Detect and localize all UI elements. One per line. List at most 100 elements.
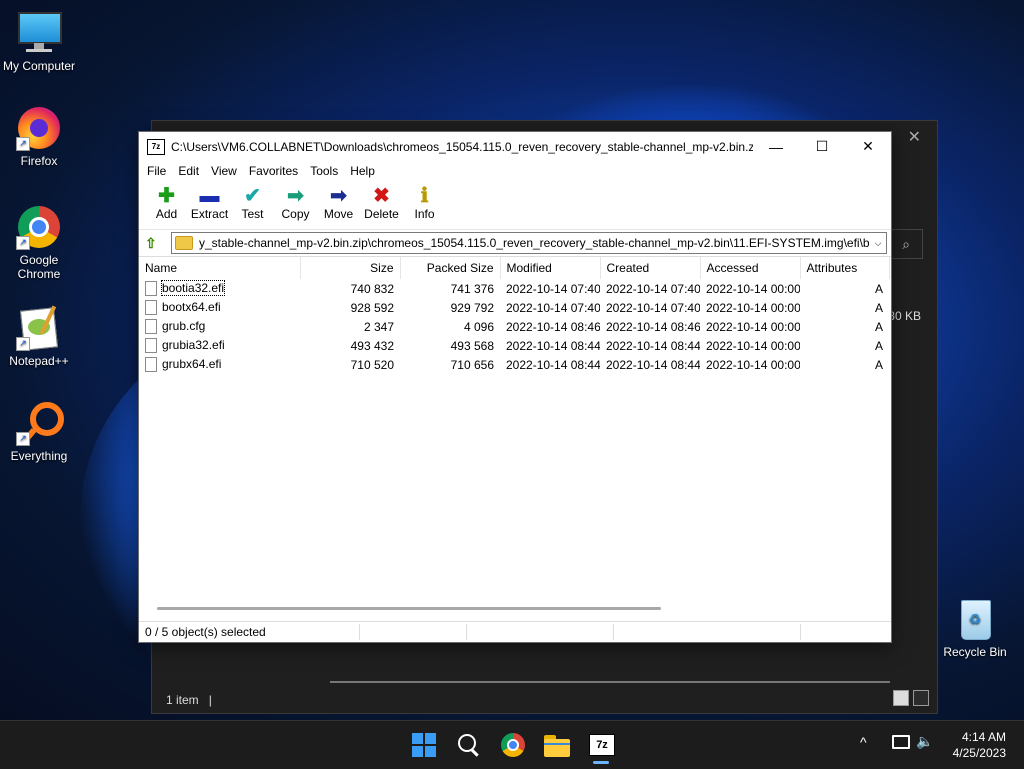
table-row[interactable]: grubia32.efi 493 432 493 568 2022-10-14 … [139, 336, 889, 355]
file-name[interactable]: grubx64.efi [162, 357, 221, 371]
file-packed-size: 4 096 [463, 319, 494, 334]
file-created: 2022-10-14 07:40 [606, 300, 700, 315]
menu-tools[interactable]: Tools [304, 164, 344, 178]
status-cell [614, 624, 801, 640]
test-label: Test [241, 207, 264, 221]
file-icon [145, 357, 157, 373]
info-label: Info [414, 207, 435, 221]
copy-label: Copy [281, 207, 310, 221]
chevron-down-icon[interactable]: ⌵ [870, 238, 886, 249]
table-row[interactable]: bootia32.efi 740 832 741 376 2022-10-14 … [139, 279, 889, 298]
clock[interactable]: 4:14 AM 4/25/2023 [953, 729, 1006, 761]
desktop-icon-firefox[interactable]: ↗ Firefox [1, 105, 77, 168]
file-attributes: A [874, 281, 883, 296]
menu-view[interactable]: View [205, 164, 243, 178]
shortcut-arrow-icon: ↗ [16, 337, 30, 351]
network-icon[interactable] [892, 735, 910, 755]
up-folder-icon[interactable]: ⇧ [145, 235, 165, 252]
explorer-status-text: 1 item | [166, 693, 212, 707]
file-name[interactable]: bootia32.efi [160, 279, 226, 296]
desktop-icon-notepad-plus-plus[interactable]: ↗ Notepad++ [1, 305, 77, 368]
file-created: 2022-10-14 08:44 [606, 338, 700, 353]
horizontal-scrollbar[interactable] [330, 681, 890, 683]
maximize-button[interactable]: ☐ [799, 138, 845, 155]
menu-help[interactable]: Help [344, 164, 381, 178]
file-size: 493 432 [350, 338, 394, 353]
file-packed-size: 929 792 [450, 300, 494, 315]
column-header-accessed[interactable]: Accessed [700, 257, 801, 279]
desktop-icon-label: Everything [10, 449, 68, 463]
file-icon [145, 338, 157, 354]
address-bar: ⇧ y_stable-channel_mp-v2.bin.zip\chromeo… [139, 230, 891, 257]
desktop-icon-label: Google Chrome [17, 253, 61, 281]
file-explorer-icon[interactable] [543, 731, 571, 759]
info-button[interactable]: ℹ Info [403, 181, 446, 221]
desktop-icon-recycle-bin[interactable]: ♻ Recycle Bin [937, 596, 1013, 659]
desktop-icon-label: Recycle Bin [943, 645, 1007, 659]
desktop-icon-label: Firefox [20, 154, 58, 168]
search-icon[interactable] [455, 731, 483, 759]
horizontal-scrollbar-thumb[interactable] [157, 607, 661, 610]
file-list: Name Size Packed Size Modified Created A… [139, 257, 890, 374]
notepad-plus-plus-icon: ↗ [16, 305, 62, 351]
menu-file[interactable]: File [141, 164, 172, 178]
table-row[interactable]: grubx64.efi 710 520 710 656 2022-10-14 0… [139, 355, 889, 374]
desktop-icon-my-computer[interactable]: My Computer [1, 10, 77, 73]
desktop-icon-label: Notepad++ [9, 354, 69, 368]
file-created: 2022-10-14 08:44 [606, 357, 700, 372]
address-path[interactable]: y_stable-channel_mp-v2.bin.zip\chromeos_… [199, 236, 870, 250]
shortcut-arrow-icon: ↗ [16, 137, 30, 151]
column-header-size[interactable]: Size [300, 257, 401, 279]
file-name[interactable]: bootx64.efi [162, 300, 221, 314]
volume-icon[interactable]: 🔈 [916, 733, 933, 753]
table-row[interactable]: bootx64.efi 928 592 929 792 2022-10-14 0… [139, 298, 889, 317]
7zip-window[interactable]: 7z C:\Users\VM6.COLLABNET\Downloads\chro… [138, 131, 892, 643]
close-icon[interactable]: ✕ [908, 127, 921, 147]
7zip-icon[interactable]: 7z [587, 731, 615, 764]
chrome-icon: ↗ [16, 204, 62, 250]
table-row[interactable]: grub.cfg 2 347 4 096 2022-10-14 08:46 20… [139, 317, 889, 336]
file-accessed: 2022-10-14 00:00 [706, 281, 800, 296]
title-bar[interactable]: 7z C:\Users\VM6.COLLABNET\Downloads\chro… [139, 132, 891, 161]
delete-button[interactable]: ✖ Delete [360, 181, 403, 221]
view-toggle[interactable] [889, 690, 929, 709]
add-button[interactable]: ✚ Add [145, 181, 188, 221]
extract-button[interactable]: ▬ Extract [188, 181, 231, 221]
file-modified: 2022-10-14 07:40 [506, 300, 600, 315]
column-header-packed-size[interactable]: Packed Size [400, 257, 501, 279]
folder-icon [175, 236, 193, 250]
menu-edit[interactable]: Edit [172, 164, 205, 178]
desktop-icon-google-chrome[interactable]: ↗ Google Chrome [1, 204, 77, 281]
info-icon: ℹ [420, 185, 429, 207]
file-attributes: A [874, 300, 883, 315]
file-size-fragment: 80 KB [888, 309, 921, 323]
7zip-app-icon: 7z [147, 138, 165, 155]
file-modified: 2022-10-14 08:44 [506, 357, 600, 372]
search-icon[interactable]: ⌕ [889, 229, 923, 259]
status-cell [467, 624, 614, 640]
file-name[interactable]: grubia32.efi [162, 338, 225, 352]
file-name[interactable]: grub.cfg [162, 319, 205, 333]
start-icon[interactable] [410, 731, 438, 759]
chrome-icon[interactable] [499, 731, 527, 759]
close-button[interactable]: ✕ [845, 138, 891, 155]
column-header-modified[interactable]: Modified [500, 257, 601, 279]
file-packed-size: 493 568 [450, 338, 494, 353]
address-field[interactable]: y_stable-channel_mp-v2.bin.zip\chromeos_… [171, 232, 887, 254]
move-button[interactable]: ➡ Move [317, 181, 360, 221]
file-icon [145, 281, 157, 297]
tray-chevron-icon[interactable]: ^ [860, 734, 867, 754]
test-button[interactable]: ✔ Test [231, 181, 274, 221]
tiles-view-icon[interactable] [913, 690, 929, 706]
copy-button[interactable]: ➡ Copy [274, 181, 317, 221]
column-header-attributes[interactable]: Attributes [800, 257, 890, 279]
column-header-created[interactable]: Created [600, 257, 701, 279]
delete-label: Delete [364, 207, 399, 221]
desktop-icon-everything[interactable]: ↗ Everything [1, 400, 77, 463]
minimize-button[interactable]: — [753, 139, 799, 155]
file-accessed: 2022-10-14 00:00 [706, 300, 800, 315]
column-header-name[interactable]: Name [139, 257, 301, 279]
details-view-icon[interactable] [893, 690, 909, 706]
file-size: 710 520 [350, 357, 394, 372]
menu-favorites[interactable]: Favorites [243, 164, 304, 178]
